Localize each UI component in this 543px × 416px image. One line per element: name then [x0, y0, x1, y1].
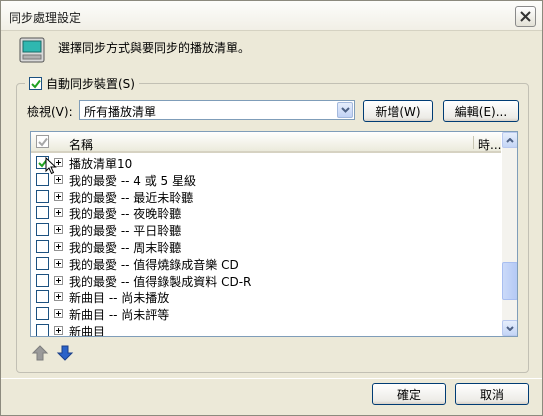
list-item[interactable]: 新曲目 -- 尚未評等	[31, 305, 501, 322]
list-item[interactable]: 我的最愛 -- 最近未聆聽	[31, 188, 501, 205]
mouse-cursor-icon	[45, 157, 57, 175]
instruction-text: 選擇同步方式與要同步的播放清單。	[58, 41, 251, 55]
list-item[interactable]: 播放清單10	[31, 154, 501, 171]
playlist-list[interactable]: 名稱 時... 播放清單10 我的最愛 -- 4 或 5 星級 我的最愛 -- 最近…	[30, 131, 518, 337]
list-item[interactable]: 新曲目 -- 尚未播放	[31, 288, 501, 305]
playlist-checkbox[interactable]	[36, 323, 49, 336]
footer-divider	[1, 378, 542, 379]
sync-settings-dialog: 同步處理設定 選擇同步方式與要同步的播放清單。 自動同步裝置(S) 檢視(V):…	[0, 0, 543, 416]
playlist-name: 我的最愛 -- 最近未聆聽	[69, 190, 194, 205]
playlist-name: 新曲目 -- 尚未評等	[69, 308, 170, 323]
playlist-name: 我的最愛 -- 周末聆聽	[69, 240, 182, 255]
plus-icon	[56, 327, 61, 333]
column-divider[interactable]	[473, 136, 474, 149]
dropdown-arrow-button[interactable]	[337, 102, 353, 118]
list-item[interactable]: 我的最愛 -- 4 或 5 星級	[31, 171, 501, 188]
plus-icon	[56, 210, 61, 216]
list-item[interactable]: 我的最愛 -- 周末聆聽	[31, 238, 501, 255]
portable-device-icon	[19, 37, 45, 63]
plus-icon	[56, 243, 61, 249]
playlist-name: 我的最愛 -- 值得錄製成資料 CD-R	[69, 274, 252, 289]
ok-button[interactable]: 確定	[372, 383, 446, 405]
chevron-up-icon	[506, 137, 514, 143]
list-header: 名稱 時...	[31, 132, 501, 153]
playlist-name: 我的最愛 -- 平日聆聽	[69, 224, 182, 239]
expand-icon[interactable]	[54, 208, 63, 218]
playlist-checkbox[interactable]	[36, 307, 49, 321]
plus-icon	[56, 260, 61, 266]
playlist-checkbox[interactable]	[36, 273, 49, 287]
cancel-button[interactable]: 取消	[455, 383, 529, 405]
expand-icon[interactable]	[54, 174, 63, 184]
playlist-name: 我的最愛 -- 4 或 5 星級	[69, 173, 197, 188]
column-header-name[interactable]: 名稱	[69, 136, 93, 153]
playlist-name: 新曲目	[69, 324, 106, 337]
playlist-checkbox[interactable]	[36, 256, 49, 270]
view-selected-value: 所有播放清單	[84, 105, 157, 119]
plus-icon	[56, 311, 61, 317]
close-button[interactable]	[515, 6, 536, 27]
checkmark-icon	[30, 79, 41, 89]
playlist-rows: 播放清單10 我的最愛 -- 4 或 5 星級 我的最愛 -- 最近未聆聽 我的最愛 …	[31, 154, 501, 337]
auto-sync-checkbox[interactable]: 自動同步裝置(S)	[25, 75, 139, 92]
move-up-arrow-icon[interactable]	[31, 344, 49, 362]
scroll-thumb[interactable]	[502, 262, 517, 300]
expand-icon[interactable]	[54, 225, 63, 235]
scroll-down-button[interactable]	[502, 320, 517, 336]
expand-icon[interactable]	[54, 309, 63, 319]
move-down-arrow-icon[interactable]	[56, 344, 74, 362]
expand-icon[interactable]	[54, 325, 63, 335]
list-item[interactable]: 我的最愛 -- 值得錄製成資料 CD-R	[31, 272, 501, 289]
playlist-name: 我的最愛 -- 夜晚聆聽	[69, 207, 182, 222]
title-bar: 同步處理設定	[1, 1, 542, 31]
view-label: 檢視(V):	[27, 105, 73, 119]
playlist-checkbox[interactable]	[36, 223, 49, 237]
plus-icon	[56, 227, 61, 233]
select-all-checkbox[interactable]	[36, 135, 49, 148]
playlist-checkbox[interactable]	[36, 206, 49, 220]
close-icon	[520, 11, 531, 22]
chevron-down-icon	[340, 107, 350, 113]
playlist-name: 我的最愛 -- 值得燒錄成音樂 CD	[69, 257, 239, 272]
playlist-name: 新曲目 -- 尚未播放	[69, 291, 170, 306]
expand-icon[interactable]	[54, 241, 63, 251]
chevron-down-icon	[506, 325, 514, 331]
list-item[interactable]: 我的最愛 -- 平日聆聽	[31, 221, 501, 238]
view-dropdown[interactable]: 所有播放清單	[79, 100, 355, 120]
edit-playlist-button[interactable]: 編輯(E)...	[443, 100, 519, 122]
checkmark-icon	[37, 137, 48, 147]
list-item[interactable]: 我的最愛 -- 值得燒錄成音樂 CD	[31, 255, 501, 272]
auto-sync-label: 自動同步裝置(S)	[46, 77, 135, 91]
expand-icon[interactable]	[54, 258, 63, 268]
new-playlist-button[interactable]: 新增(W)	[363, 100, 433, 122]
auto-sync-check[interactable]	[29, 77, 42, 90]
expand-icon[interactable]	[54, 292, 63, 302]
playlist-name: 播放清單10	[69, 157, 133, 171]
list-item[interactable]: 新曲目	[31, 322, 501, 337]
plus-icon	[56, 176, 61, 182]
plus-icon	[56, 277, 61, 283]
list-item[interactable]: 我的最愛 -- 夜晚聆聽	[31, 204, 501, 221]
expand-icon[interactable]	[54, 191, 63, 201]
playlist-checkbox[interactable]	[36, 189, 49, 203]
list-scrollbar[interactable]	[502, 132, 517, 336]
plus-icon	[56, 294, 61, 300]
column-header-time[interactable]: 時...	[478, 136, 501, 153]
window-title: 同步處理設定	[9, 11, 82, 25]
scroll-up-button[interactable]	[502, 132, 517, 148]
playlist-checkbox[interactable]	[36, 239, 49, 253]
playlist-checkbox[interactable]	[36, 290, 49, 304]
plus-icon	[56, 193, 61, 199]
expand-icon[interactable]	[54, 275, 63, 285]
